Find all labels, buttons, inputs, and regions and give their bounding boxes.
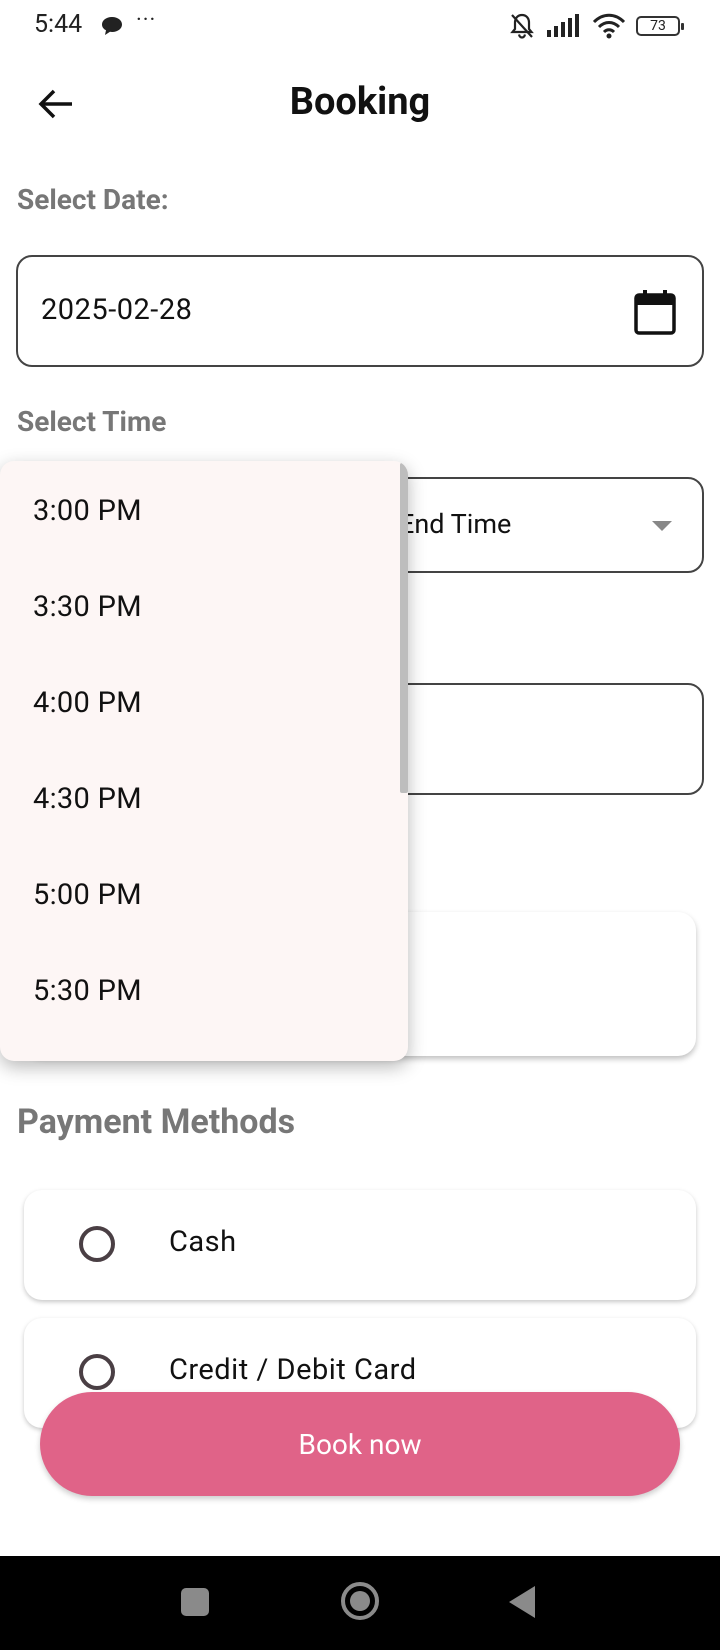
- battery-icon: 73: [636, 16, 684, 36]
- signal-icon: [547, 14, 579, 37]
- wifi-icon: [592, 13, 626, 39]
- radio-button[interactable]: [79, 1354, 115, 1390]
- date-field[interactable]: 2025-02-28: [16, 255, 704, 367]
- recents-icon[interactable]: [181, 1588, 209, 1616]
- menu-scrollbar[interactable]: [400, 463, 408, 793]
- bell-off-icon: [510, 13, 534, 39]
- time-dropdown-menu: 3:00 PM 3:30 PM 4:00 PM 4:30 PM 5:00 PM …: [0, 461, 408, 1061]
- select-time-label: Select Time: [17, 405, 167, 438]
- status-time: 5:44: [34, 10, 83, 39]
- book-now-button[interactable]: Book now: [40, 1392, 680, 1496]
- page-title: Booking: [289, 80, 431, 124]
- payment-methods-title: Payment Methods: [17, 1102, 296, 1142]
- payment-label: Credit / Debit Card: [169, 1353, 417, 1387]
- time-option[interactable]: 5:00 PM: [0, 847, 408, 943]
- status-icons: 73: [508, 12, 684, 40]
- system-back-icon[interactable]: [509, 1586, 535, 1618]
- end-time-dropdown[interactable]: End Time: [360, 477, 704, 573]
- payment-option-cash[interactable]: Cash: [24, 1190, 696, 1300]
- payment-label: Cash: [169, 1225, 237, 1259]
- system-nav-bar: [0, 1556, 720, 1650]
- time-option[interactable]: 5:30 PM: [0, 943, 408, 1039]
- status-more-dots: ···: [136, 8, 157, 33]
- input-field[interactable]: [360, 683, 704, 795]
- radio-button[interactable]: [79, 1226, 115, 1262]
- time-option[interactable]: 4:30 PM: [0, 751, 408, 847]
- chevron-down-icon: [652, 521, 672, 531]
- date-value: 2025-02-28: [41, 293, 193, 327]
- time-option[interactable]: 4:00 PM: [0, 655, 408, 751]
- time-option[interactable]: 3:00 PM: [0, 463, 408, 559]
- home-icon[interactable]: [341, 1582, 379, 1620]
- status-bar: 5:44 ··· 73: [0, 0, 720, 54]
- chat-icon: [102, 17, 122, 35]
- time-option[interactable]: 3:30 PM: [0, 559, 408, 655]
- end-time-placeholder: End Time: [399, 508, 512, 540]
- select-date-label: Select Date:: [17, 183, 169, 216]
- calendar-icon[interactable]: [634, 289, 676, 335]
